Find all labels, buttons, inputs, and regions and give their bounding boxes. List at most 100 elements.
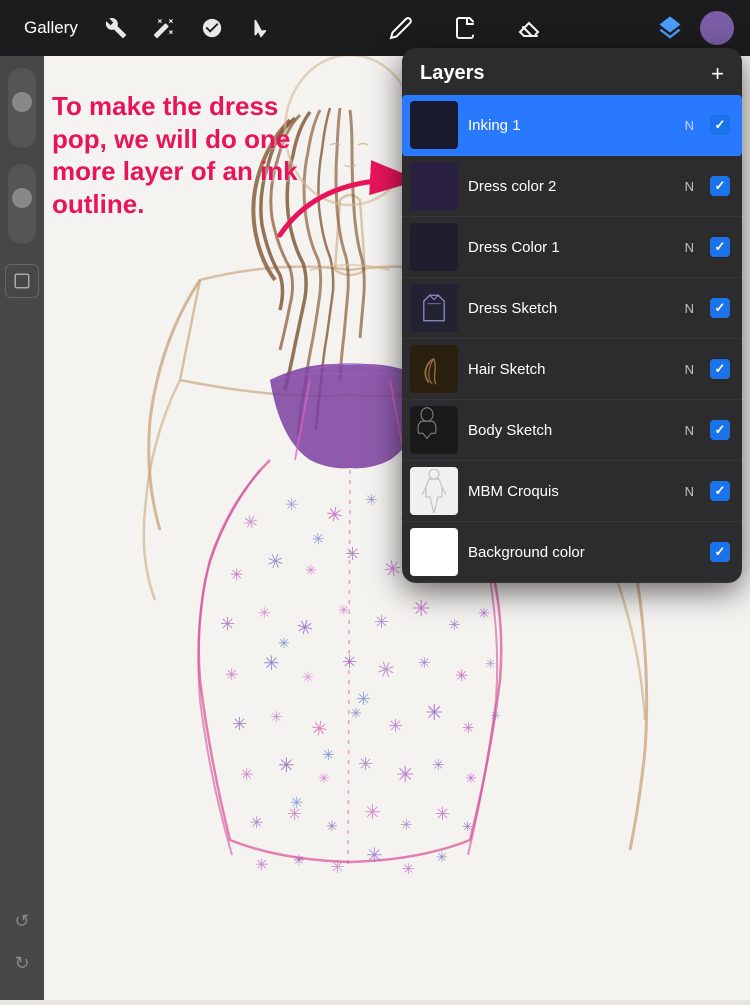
svg-text:✳: ✳ bbox=[435, 804, 450, 824]
svg-text:✳: ✳ bbox=[418, 655, 431, 672]
svg-text:✳: ✳ bbox=[302, 669, 314, 685]
layer-mode-dresssketch: N bbox=[685, 301, 694, 316]
layer-thumbnail-dresssketch bbox=[410, 284, 458, 332]
layers-panel: Layers + Inking 1 N Dress color 2 N Dres… bbox=[402, 48, 742, 583]
layer-thumbnail-backgroundcolor bbox=[410, 528, 458, 576]
svg-text:✳: ✳ bbox=[400, 817, 413, 834]
layer-mode-inking1: N bbox=[685, 118, 694, 133]
layer-dresscolor2[interactable]: Dress color 2 N bbox=[402, 156, 742, 217]
svg-text:✳: ✳ bbox=[388, 716, 403, 736]
svg-text:✳: ✳ bbox=[455, 668, 468, 685]
svg-text:✳: ✳ bbox=[258, 605, 271, 622]
pen-tool[interactable] bbox=[447, 10, 483, 46]
svg-text:✳: ✳ bbox=[365, 492, 378, 509]
svg-text:✳: ✳ bbox=[225, 667, 238, 684]
layer-inking1[interactable]: Inking 1 N bbox=[402, 95, 742, 156]
smudge-tool[interactable] bbox=[194, 10, 230, 46]
layer-label-dresssketch: Dress Sketch bbox=[468, 300, 675, 317]
layers-title: Layers bbox=[420, 62, 485, 85]
layer-label-dresscolor1: Dress Color 1 bbox=[468, 239, 675, 256]
magic-tool[interactable] bbox=[146, 10, 182, 46]
layer-mode-dresscolor1: N bbox=[685, 240, 694, 255]
svg-text:✳: ✳ bbox=[278, 635, 290, 651]
opacity-slider[interactable] bbox=[8, 164, 36, 244]
svg-text:✳: ✳ bbox=[326, 818, 338, 834]
layer-dresscolor1[interactable]: Dress Color 1 N bbox=[402, 217, 742, 278]
svg-text:✳: ✳ bbox=[338, 602, 350, 618]
svg-text:✳: ✳ bbox=[462, 720, 475, 737]
layer-thumbnail-mbmcroquis bbox=[410, 467, 458, 515]
svg-text:✳: ✳ bbox=[293, 852, 305, 868]
layer-label-backgroundcolor: Background color bbox=[468, 544, 684, 561]
svg-text:✳: ✳ bbox=[412, 596, 430, 621]
layer-hairsketch[interactable]: Hair Sketch N bbox=[402, 339, 742, 400]
svg-text:✳: ✳ bbox=[263, 653, 280, 675]
svg-text:✳: ✳ bbox=[478, 605, 490, 621]
undo-button[interactable]: ↺ bbox=[5, 904, 39, 938]
layer-checkbox-dresssketch[interactable] bbox=[710, 298, 730, 318]
svg-text:✳: ✳ bbox=[436, 849, 448, 865]
toolbar-right bbox=[652, 10, 734, 46]
layer-mode-dresscolor2: N bbox=[685, 179, 694, 194]
toolbar-center bbox=[278, 10, 652, 46]
layer-thumbnail-hairsketch bbox=[410, 345, 458, 393]
layer-checkbox-inking1[interactable] bbox=[710, 115, 730, 135]
svg-text:✳: ✳ bbox=[485, 656, 496, 671]
pencil-tool[interactable] bbox=[383, 10, 419, 46]
brush-size-slider[interactable] bbox=[8, 68, 36, 148]
layer-mbmcroquis[interactable]: MBM Croquis N bbox=[402, 461, 742, 522]
layer-checkbox-backgroundcolor[interactable] bbox=[710, 542, 730, 562]
svg-text:✳: ✳ bbox=[374, 612, 389, 632]
svg-text:✳: ✳ bbox=[322, 747, 335, 764]
layer-mode-hairsketch: N bbox=[685, 362, 694, 377]
layer-mode-bodysketch: N bbox=[685, 423, 694, 438]
svg-text:✳: ✳ bbox=[240, 767, 253, 784]
layer-label-bodysketch: Body Sketch bbox=[468, 422, 675, 439]
layer-checkbox-dresscolor1[interactable] bbox=[710, 237, 730, 257]
svg-text:✳: ✳ bbox=[290, 795, 303, 812]
svg-text:✳: ✳ bbox=[462, 819, 473, 834]
wrench-tool[interactable] bbox=[98, 10, 134, 46]
layers-header: Layers + bbox=[402, 48, 742, 95]
layer-backgroundcolor[interactable]: Background color bbox=[402, 522, 742, 583]
annotation-text: To make the dress pop, we will do one mo… bbox=[52, 90, 322, 220]
svg-text:✳: ✳ bbox=[285, 497, 298, 514]
layer-bodysketch[interactable]: Body Sketch N bbox=[402, 400, 742, 461]
gallery-button[interactable]: Gallery bbox=[16, 14, 86, 42]
layer-label-dresscolor2: Dress color 2 bbox=[468, 178, 675, 195]
cursor-tool[interactable] bbox=[242, 10, 278, 46]
layer-mode-mbmcroquis: N bbox=[685, 484, 694, 499]
svg-text:✳: ✳ bbox=[358, 754, 373, 774]
toolbar-left: Gallery bbox=[16, 10, 278, 46]
svg-text:✳: ✳ bbox=[432, 757, 445, 774]
color-picker-btn[interactable] bbox=[5, 264, 39, 298]
svg-text:✳: ✳ bbox=[220, 614, 235, 634]
svg-text:✳: ✳ bbox=[396, 762, 414, 787]
layers-button[interactable] bbox=[652, 10, 688, 46]
svg-text:✳: ✳ bbox=[366, 845, 383, 867]
eraser-tool[interactable] bbox=[511, 10, 547, 46]
layer-thumbnail-dresscolor1 bbox=[410, 223, 458, 271]
layer-checkbox-mbmcroquis[interactable] bbox=[710, 481, 730, 501]
layer-thumbnail-bodysketch bbox=[410, 406, 458, 454]
svg-text:✳: ✳ bbox=[364, 802, 381, 824]
svg-text:✳: ✳ bbox=[490, 708, 501, 723]
layer-checkbox-dresscolor2[interactable] bbox=[710, 176, 730, 196]
user-avatar[interactable] bbox=[700, 11, 734, 45]
svg-text:✳: ✳ bbox=[278, 755, 295, 777]
left-sidebar: ↺ ↻ bbox=[0, 56, 44, 1000]
svg-text:✳: ✳ bbox=[345, 544, 360, 564]
layer-checkbox-hairsketch[interactable] bbox=[710, 359, 730, 379]
svg-text:✳: ✳ bbox=[270, 709, 283, 726]
svg-text:✳: ✳ bbox=[402, 861, 415, 878]
svg-text:✳: ✳ bbox=[448, 617, 461, 634]
redo-button[interactable]: ↻ bbox=[5, 946, 39, 980]
layer-checkbox-bodysketch[interactable] bbox=[710, 420, 730, 440]
layer-dresssketch[interactable]: Dress Sketch N bbox=[402, 278, 742, 339]
svg-text:✳: ✳ bbox=[311, 531, 326, 549]
layer-label-inking1: Inking 1 bbox=[468, 117, 675, 134]
add-layer-button[interactable]: + bbox=[711, 63, 724, 85]
svg-text:✳: ✳ bbox=[318, 770, 330, 786]
layer-label-mbmcroquis: MBM Croquis bbox=[468, 483, 675, 500]
svg-text:✳: ✳ bbox=[356, 689, 371, 709]
